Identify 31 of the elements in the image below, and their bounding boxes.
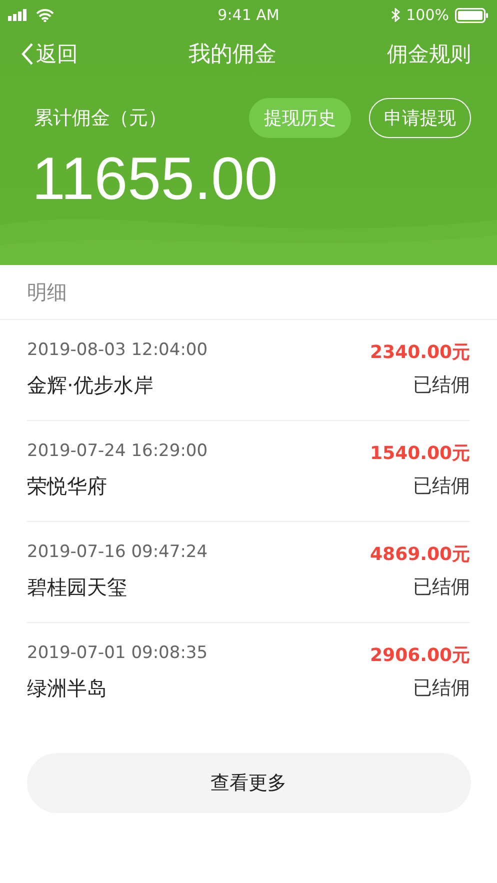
record-status: 已结佣 xyxy=(412,676,470,701)
record-amount: 2340.00元 xyxy=(370,341,470,364)
record-time: 2019-07-24 16:29:00 xyxy=(27,441,209,463)
record-amount: 4869.00元 xyxy=(370,543,470,566)
record-status: 已结佣 xyxy=(412,373,470,398)
record-status: 已结佣 xyxy=(412,474,470,499)
record-time: 2019-07-01 09:08:35 xyxy=(27,643,209,665)
chevron-left-icon xyxy=(20,42,34,66)
total-amount: 11655.00 xyxy=(32,145,278,212)
bluetooth-icon xyxy=(391,8,400,22)
back-button[interactable]: 返回 xyxy=(20,40,78,68)
withdraw-button[interactable]: 申请提现 xyxy=(369,98,471,138)
record-amount: 2906.00元 xyxy=(370,644,470,667)
project-name: 碧桂园天玺 xyxy=(27,574,128,601)
record-time: 2019-07-16 09:47:24 xyxy=(27,542,209,564)
page-title: 我的佣金 xyxy=(188,41,276,69)
history-button[interactable]: 提现历史 xyxy=(249,98,351,138)
wifi-icon xyxy=(36,8,54,22)
status-time: 9:41 AM xyxy=(218,6,280,24)
section-title: 明细 xyxy=(27,278,67,306)
record-amount: 1540.00元 xyxy=(370,442,470,465)
record-status: 已结佣 xyxy=(412,575,470,600)
battery-percent: 100% xyxy=(406,6,449,24)
project-name: 绿洲半岛 xyxy=(27,675,108,702)
project-name: 荣悦华府 xyxy=(27,473,108,500)
total-commission-label: 累计佣金（元） xyxy=(34,106,167,131)
rules-link[interactable]: 佣金规则 xyxy=(387,40,471,68)
project-name: 金辉·优步水岸 xyxy=(27,372,154,399)
view-more-button[interactable]: 查看更多 xyxy=(26,753,470,813)
record-time: 2019-08-03 12:04:00 xyxy=(27,340,209,362)
battery-icon xyxy=(455,8,489,22)
